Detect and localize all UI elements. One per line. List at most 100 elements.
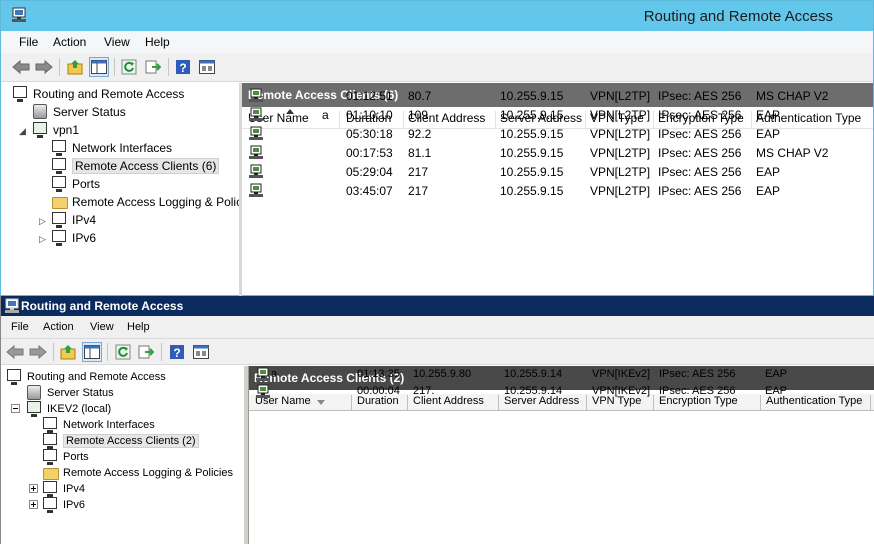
server-status-icon	[33, 104, 49, 120]
back-button[interactable]	[11, 57, 31, 77]
cell-client: 217	[408, 184, 429, 198]
tree-remote-access-clients[interactable]: Remote Access Clients (2)	[43, 433, 199, 449]
computer-icon	[13, 86, 29, 102]
cell-client: 81.1	[408, 146, 432, 160]
menu-help[interactable]: Help	[127, 321, 150, 333]
menu-view[interactable]: View	[104, 35, 130, 49]
cell-duration: 01:12:51	[346, 89, 393, 103]
tree-logging-policies[interactable]: Remote Access Logging & Policies	[43, 465, 233, 481]
menu-action[interactable]: Action	[53, 35, 86, 49]
help-button[interactable]: ?	[173, 57, 193, 77]
forward-button[interactable]	[34, 57, 54, 77]
folder-icon	[52, 194, 68, 210]
tree-network-interfaces[interactable]: Network Interfaces	[43, 417, 155, 433]
remote-clients-icon	[43, 433, 59, 449]
menu-file[interactable]: File	[11, 321, 29, 333]
tree-ipv4[interactable]: IPv4	[52, 212, 96, 228]
tree-server-node[interactable]: IKEV2 (local)	[27, 401, 111, 417]
table-row[interactable]: 00:17:53 81.1 10.255.9.15 VPN[L2TP] IPsec: A…	[242, 144, 873, 163]
ipv4-icon	[52, 212, 68, 228]
tree-logging-policies[interactable]: Remote Access Logging & Polic	[52, 194, 239, 210]
menu-bar: File Action View Help	[1, 31, 873, 53]
cell-user: a	[322, 108, 329, 122]
cell-vpn: VPN[L2TP]	[590, 165, 651, 179]
computer-icon	[7, 369, 23, 385]
tree-root[interactable]: Routing and Remote Access	[7, 369, 166, 385]
up-one-level-button[interactable]	[65, 57, 85, 77]
cell-vpn: VPN[L2TP]	[590, 184, 651, 198]
mmc-pane-icon	[199, 60, 215, 74]
console-tree: Routing and Remote Access Server Status …	[7, 85, 239, 295]
tree-root[interactable]: Routing and Remote Access	[13, 86, 184, 102]
menu-view[interactable]: View	[90, 321, 114, 333]
expand-box-icon[interactable]	[29, 484, 38, 493]
tree-ports[interactable]: Ports	[43, 449, 89, 465]
tree-server-node[interactable]: vpn1	[33, 122, 79, 138]
toolbar: ?	[1, 53, 873, 82]
help-icon: ?	[170, 345, 184, 360]
svg-text:?: ?	[179, 61, 186, 75]
table-row[interactable]: 00:00:04 217. 10.255.9.14 VPN[IKEv2] IPsec: …	[249, 383, 874, 402]
expand-arrow-icon[interactable]: ▷	[39, 234, 46, 245]
cell-enc: IPsec: AES 256	[659, 385, 736, 397]
tree-ipv6[interactable]: IPv6	[52, 230, 96, 246]
help-button[interactable]: ?	[167, 342, 187, 362]
remote-client-icon	[256, 384, 270, 398]
mmc-pane-button[interactable]	[191, 342, 211, 362]
show-hide-console-tree-button[interactable]	[82, 342, 102, 362]
refresh-button[interactable]	[119, 57, 139, 77]
table-row[interactable]: 05:30:18 92.2 10.255.9.15 VPN[L2TP] IPsec: A…	[242, 125, 873, 144]
tree-ipv6[interactable]: IPv6	[43, 497, 85, 513]
table-row[interactable]: 01:12:51 80.7 10.255.9.15 VPN[L2TP] IPsec: A…	[242, 87, 873, 106]
remote-client-icon	[249, 88, 263, 102]
title-bar[interactable]: Routing and Remote Access	[1, 296, 874, 316]
title-bar[interactable]: Routing and Remote Access	[1, 1, 873, 31]
tree-server-status[interactable]: Server Status	[33, 104, 126, 120]
console-tree: Routing and Remote Access Server Status …	[3, 368, 243, 544]
tree-ports[interactable]: Ports	[52, 176, 100, 192]
show-hide-console-tree-button[interactable]	[89, 57, 109, 77]
forward-button[interactable]	[28, 342, 48, 362]
table-row[interactable]: a 01:10:10 109 10.255.9.15 VPN[L2TP] IPsec: A…	[242, 106, 873, 125]
table-row[interactable]: 05:29:04 217 10.255.9.15 VPN[L2TP] IPsec: AE…	[242, 163, 873, 182]
results-pane: Remote Access Clients (2) User Name Dura…	[248, 366, 874, 544]
menu-file[interactable]: File	[19, 35, 38, 49]
cell-duration: 00:00:04	[357, 385, 400, 397]
cell-duration: 01:10:10	[346, 108, 393, 122]
table-row[interactable]: 03:45:07 217 10.255.9.15 VPN[L2TP] IPsec: AE…	[242, 182, 873, 201]
export-list-button[interactable]	[143, 57, 163, 77]
expand-arrow-icon[interactable]: ▷	[39, 216, 46, 227]
window-2: Routing and Remote Access File Action Vi…	[0, 296, 874, 544]
mmc-pane-button[interactable]	[197, 57, 217, 77]
menu-help[interactable]: Help	[145, 35, 170, 49]
back-button[interactable]	[5, 342, 25, 362]
collapse-box-icon[interactable]	[11, 404, 20, 413]
tree-network-interfaces[interactable]: Network Interfaces	[52, 140, 172, 156]
cell-duration: 00:17:53	[346, 146, 393, 160]
tree-server-status[interactable]: Server Status	[27, 385, 114, 401]
cell-enc: IPsec: AES 256	[658, 165, 742, 179]
cell-auth: EAP	[756, 165, 781, 179]
cell-server: 10.255.9.14	[504, 368, 563, 380]
window-title: Routing and Remote Access	[21, 299, 184, 313]
cell-client: 109	[408, 108, 429, 122]
cell-server: 10.255.9.15	[500, 127, 564, 141]
cell-client: 10.255.9.80	[413, 368, 472, 380]
tree-remote-access-clients[interactable]: Remote Access Clients (6)	[52, 158, 220, 174]
refresh-button[interactable]	[113, 342, 133, 362]
cell-client: 80.7	[408, 89, 432, 103]
menu-bar: File Action View Help	[1, 316, 874, 338]
ports-icon	[52, 176, 68, 192]
cell-client: 217	[408, 165, 429, 179]
tree-ipv4[interactable]: IPv4	[43, 481, 85, 497]
window-1: Routing and Remote Access File Action Vi…	[0, 0, 874, 297]
cell-vpn: VPN[IKEv2]	[592, 368, 651, 380]
export-list-button[interactable]	[136, 342, 156, 362]
menu-action[interactable]: Action	[43, 321, 74, 333]
up-one-level-button[interactable]	[58, 342, 78, 362]
refresh-icon	[115, 344, 131, 360]
expand-box-icon[interactable]	[29, 500, 38, 509]
cell-client: 217.	[413, 385, 435, 397]
collapse-arrow-icon[interactable]: ◢	[19, 126, 26, 137]
ipv6-icon	[52, 230, 68, 246]
